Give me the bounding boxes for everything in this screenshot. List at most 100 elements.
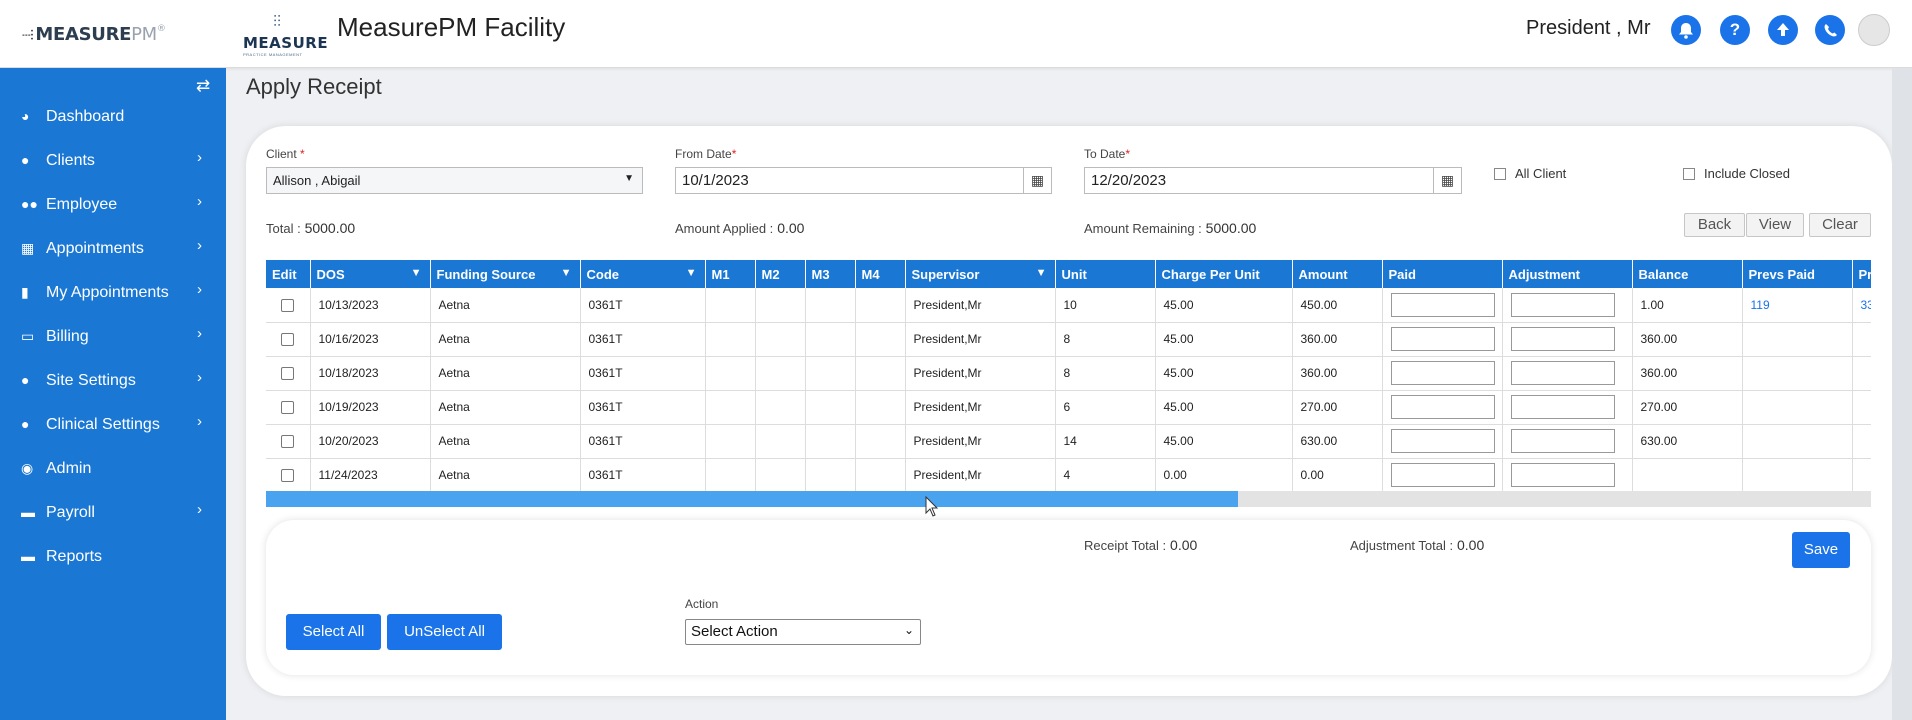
clear-button[interactable]: Clear bbox=[1809, 213, 1871, 237]
row-checkbox[interactable] bbox=[281, 435, 295, 449]
user-name[interactable]: President , Mr bbox=[1526, 17, 1650, 40]
sidebar-item-clinical-settings[interactable]: ● Clinical Settings › bbox=[0, 413, 226, 452]
row-checkbox[interactable] bbox=[281, 298, 295, 312]
adjustment-input[interactable] bbox=[1510, 429, 1615, 453]
bottom-panel bbox=[266, 520, 1871, 675]
cell-adjustment bbox=[1502, 424, 1633, 459]
cell-prevs-paid[interactable] bbox=[1742, 390, 1853, 425]
paid-input[interactable] bbox=[1390, 361, 1495, 385]
cell-prevs-paid[interactable] bbox=[1742, 356, 1853, 391]
adjustment-input[interactable] bbox=[1510, 327, 1615, 351]
paid-input[interactable] bbox=[1390, 463, 1495, 487]
cell-prevs-paid[interactable] bbox=[1742, 458, 1853, 491]
scrollbar-thumb[interactable] bbox=[266, 491, 1238, 507]
sidebar-item-billing[interactable]: ▭ Billing › bbox=[0, 325, 226, 364]
column-header-m4[interactable]: M4 bbox=[855, 260, 906, 288]
column-header-unit[interactable]: Unit bbox=[1055, 260, 1156, 288]
column-header-label: M3 bbox=[811, 266, 830, 282]
sidebar-item-employee[interactable]: ●● Employee › bbox=[0, 193, 226, 232]
sidebar-item-reports[interactable]: ▬ Reports bbox=[0, 548, 226, 584]
column-header-paid[interactable]: Paid bbox=[1382, 260, 1503, 288]
save-button[interactable]: Save bbox=[1792, 532, 1850, 568]
calendar-icon[interactable]: ▦ bbox=[1433, 168, 1461, 193]
paid-input[interactable] bbox=[1390, 395, 1495, 419]
paid-input[interactable] bbox=[1390, 292, 1495, 317]
upload-icon[interactable] bbox=[1768, 15, 1798, 45]
paid-input[interactable] bbox=[1390, 429, 1495, 453]
sidebar-item-appointments[interactable]: ▦ Appointments › bbox=[0, 237, 226, 276]
cell-prevs-paid[interactable]: 119 bbox=[1742, 288, 1853, 323]
cell-prevs-adj[interactable] bbox=[1852, 424, 1871, 459]
all-client-checkbox[interactable] bbox=[1494, 168, 1506, 180]
column-header-charge-per-unit[interactable]: Charge Per Unit bbox=[1155, 260, 1293, 288]
column-header-edit[interactable]: Edit bbox=[266, 260, 311, 288]
column-header-supervisor[interactable]: Supervisor ▼ bbox=[905, 260, 1056, 288]
paid-input[interactable] bbox=[1390, 327, 1495, 351]
filter-icon[interactable]: ▼ bbox=[411, 267, 422, 279]
row-checkbox[interactable] bbox=[281, 401, 295, 415]
sidebar-item-payroll[interactable]: ▬ Payroll › bbox=[0, 501, 226, 540]
sidebar-item-label: Employee bbox=[46, 196, 118, 213]
cell-modifier bbox=[855, 322, 906, 357]
cell-prevs-adj[interactable] bbox=[1852, 458, 1871, 491]
sidebar-item-my-appointments[interactable]: ▮ My Appointments › bbox=[0, 281, 226, 320]
column-header-code[interactable]: Code ▼ bbox=[580, 260, 706, 288]
app-title: MeasurePM Facility bbox=[337, 12, 566, 42]
sidebar-item-dashboard[interactable]: ◕ Dashboard bbox=[0, 108, 226, 144]
cell-funding: Aetna bbox=[430, 458, 581, 491]
chevron-right-icon: › bbox=[197, 413, 202, 430]
select-all-button[interactable]: Select All bbox=[286, 614, 381, 650]
brand-logo[interactable]: ┄⫶ MEASUREPM® bbox=[22, 24, 166, 45]
cell-prevs-adj[interactable]: 330 bbox=[1852, 288, 1871, 323]
action-select[interactable]: Select Action ⌄ bbox=[685, 619, 921, 645]
calendar-icon[interactable]: ▦ bbox=[1023, 168, 1051, 193]
client-select[interactable]: Allison , Abigail ▼ bbox=[266, 167, 643, 194]
help-icon[interactable]: ? bbox=[1720, 15, 1750, 45]
column-header-adjustment[interactable]: Adjustment bbox=[1502, 260, 1633, 288]
row-checkbox[interactable] bbox=[281, 367, 295, 381]
cell-prevs-paid[interactable] bbox=[1742, 322, 1853, 357]
sidebar-toggle-icon[interactable]: ⇄ bbox=[196, 76, 210, 96]
column-header-m1[interactable]: M1 bbox=[705, 260, 756, 288]
column-header-m2[interactable]: M2 bbox=[755, 260, 806, 288]
filter-icon[interactable]: ▼ bbox=[561, 267, 572, 279]
to-date-input[interactable]: 12/20/2023 ▦ bbox=[1084, 167, 1462, 194]
view-button[interactable]: View bbox=[1746, 213, 1804, 237]
adjustment-input[interactable] bbox=[1510, 395, 1615, 419]
phone-icon[interactable] bbox=[1815, 15, 1845, 45]
sidebar-item-label: Appointments bbox=[46, 240, 144, 257]
filter-icon[interactable]: ▼ bbox=[686, 267, 697, 279]
avatar[interactable] bbox=[1858, 14, 1890, 46]
column-header-dos[interactable]: DOS ▼ bbox=[310, 260, 431, 288]
adjustment-input[interactable] bbox=[1510, 292, 1615, 317]
cell-balance: 270.00 bbox=[1632, 390, 1743, 425]
column-header-m3[interactable]: M3 bbox=[805, 260, 856, 288]
horizontal-scrollbar[interactable] bbox=[266, 491, 1871, 507]
mouse-cursor-icon bbox=[925, 496, 939, 517]
cell-prevs-paid[interactable] bbox=[1742, 424, 1853, 459]
cell-modifier bbox=[805, 322, 856, 357]
sidebar-item-admin[interactable]: ◉ Admin bbox=[0, 460, 226, 496]
adjustment-input[interactable] bbox=[1510, 361, 1615, 385]
from-date-input[interactable]: 10/1/2023 ▦ bbox=[675, 167, 1052, 194]
back-button[interactable]: Back bbox=[1684, 213, 1745, 237]
cell-prevs-adj[interactable] bbox=[1852, 356, 1871, 391]
logo-sub-text: PRACTICE MANAGEMENT bbox=[243, 52, 303, 57]
column-header-prevs-adj[interactable]: Prevs Adj bbox=[1852, 260, 1871, 288]
unselect-all-button[interactable]: UnSelect All bbox=[387, 614, 502, 650]
bell-icon[interactable] bbox=[1671, 15, 1701, 45]
filter-icon[interactable]: ▼ bbox=[1036, 267, 1047, 279]
cell-prevs-adj[interactable] bbox=[1852, 390, 1871, 425]
cell-prevs-adj[interactable] bbox=[1852, 322, 1871, 357]
adjustment-input[interactable] bbox=[1510, 463, 1615, 487]
row-checkbox[interactable] bbox=[281, 469, 295, 483]
cell-unit: 8 bbox=[1055, 322, 1156, 357]
sidebar-item-site-settings[interactable]: ● Site Settings › bbox=[0, 369, 226, 408]
column-header-balance[interactable]: Balance bbox=[1632, 260, 1743, 288]
column-header-prevs-paid[interactable]: Prevs Paid bbox=[1742, 260, 1853, 288]
row-checkbox[interactable] bbox=[281, 333, 295, 347]
column-header-funding-source[interactable]: Funding Source ▼ bbox=[430, 260, 581, 288]
include-closed-checkbox[interactable] bbox=[1683, 168, 1695, 180]
column-header-amount[interactable]: Amount bbox=[1292, 260, 1383, 288]
sidebar-item-clients[interactable]: ● Clients › bbox=[0, 149, 226, 188]
